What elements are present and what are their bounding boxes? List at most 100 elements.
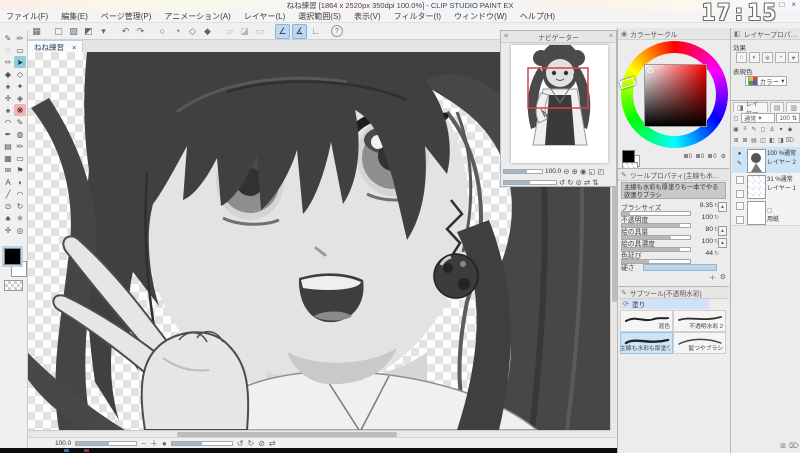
blend-mode-select[interactable]: 通常 ▾ — [741, 113, 776, 123]
apply-mask-icon[interactable]: ◨ — [777, 136, 785, 144]
effect-menu-arrow-icon[interactable]: ▾ — [788, 52, 799, 63]
spinner-icon[interactable]: ↻ — [714, 214, 719, 221]
dynamics-button[interactable]: ▲ — [718, 226, 727, 236]
expression-color-select[interactable]: カラー ▾ — [744, 76, 788, 86]
menu-edit[interactable]: 編集(E) — [61, 11, 88, 22]
layer-color-icon[interactable]: ◐ — [749, 52, 760, 63]
sv-pointer[interactable] — [647, 67, 654, 74]
menu-file[interactable]: ファイル(F) — [6, 11, 48, 22]
tab-layer-search[interactable]: ▤ — [769, 102, 785, 112]
curve-tool[interactable]: ◠ — [2, 116, 14, 128]
status-zoom-slider[interactable] — [75, 440, 138, 446]
deselect-icon[interactable]: ○ — [156, 25, 169, 38]
menu-page[interactable]: ページ管理(P) — [101, 11, 152, 22]
document-tab-close-icon[interactable]: × — [72, 43, 76, 52]
reselect-icon[interactable]: ◔ — [171, 25, 184, 38]
close-button[interactable]: × — [791, 0, 796, 9]
sub-tool-item-selected[interactable]: 主線も水彩も厚塗り… — [620, 332, 673, 354]
marquee-tool[interactable]: ▭ — [14, 44, 26, 56]
visibility-checkbox[interactable] — [735, 176, 744, 184]
rotate-ccw-icon[interactable]: ↺ — [559, 178, 565, 187]
scale-icon[interactable]: ▱ — [223, 25, 236, 38]
wrench-icon[interactable]: ⚙ — [720, 273, 726, 283]
snap-ruler-icon[interactable]: ∠ — [275, 23, 290, 39]
panel-menu-icon[interactable]: ≡ — [504, 33, 508, 40]
dynamics-button[interactable]: ▲ — [718, 202, 727, 212]
paper-thumbnail[interactable] — [747, 201, 766, 225]
transparent-color-swatch[interactable] — [4, 280, 23, 291]
taskbar-app-icon[interactable] — [64, 449, 69, 452]
border-effect-icon[interactable]: ○ — [736, 52, 747, 63]
operation-tool[interactable]: ➤ — [14, 56, 26, 68]
two-pane-icon[interactable]: ⊞ — [780, 442, 786, 450]
menu-help[interactable]: ヘルプ(H) — [520, 11, 555, 22]
gradient-tool[interactable]: ◍ — [14, 128, 26, 140]
status-zoom-out-icon[interactable]: − — [141, 439, 146, 448]
menu-window[interactable]: ウィンドウ(W) — [454, 11, 507, 22]
new-vector-layer-icon[interactable]: ⊠ — [741, 136, 749, 144]
tab-layer-comp[interactable]: ▥ — [786, 102, 800, 112]
mix-tool[interactable]: ◈ — [14, 92, 26, 104]
menu-layer[interactable]: レイヤー(L) — [244, 11, 286, 22]
open-file-icon[interactable]: ▧ — [67, 25, 80, 38]
material-tool[interactable]: ✉ — [2, 164, 14, 176]
decoration-tool[interactable]: ♠ — [2, 80, 14, 92]
layer-thumbnail[interactable] — [747, 175, 766, 199]
line-tool[interactable]: ╱ — [2, 188, 14, 200]
spinner-icon[interactable]: ↻ — [714, 250, 719, 257]
save-icon[interactable]: ◩ — [82, 25, 95, 38]
snap-special-ruler-icon[interactable]: ∡ — [292, 23, 307, 39]
tab-layers[interactable]: ◨ レイヤー — [733, 101, 768, 117]
ink-pen-tool[interactable]: ✎ — [14, 116, 26, 128]
set-menu-icon[interactable]: ▾ — [777, 125, 785, 133]
spark-brush-tool[interactable]: ✳ — [14, 212, 26, 224]
correction-tool[interactable]: ✛ — [2, 92, 14, 104]
lock-transparent-icon[interactable]: ✎ — [750, 125, 758, 133]
palette-menu-icon[interactable]: ◆ — [786, 125, 794, 133]
save-menu-arrow-icon[interactable]: ▾ — [97, 25, 110, 38]
fit-screen-icon[interactable]: ◱ — [588, 167, 595, 176]
menu-filter[interactable]: フィルター(I) — [394, 11, 441, 22]
status-rotation-slider[interactable] — [170, 440, 233, 446]
rotate-canvas-tool[interactable]: ↻ — [14, 200, 26, 212]
navigator-thumbnail[interactable] — [511, 42, 608, 163]
gradient-icon[interactable]: ◪ — [238, 25, 251, 38]
menu-animation[interactable]: アニメーション(A) — [164, 11, 230, 22]
taskbar-app-icon[interactable] — [84, 449, 89, 452]
clip-mask-icon[interactable]: ▣ — [732, 125, 740, 133]
visibility-eye-icon[interactable]: ● — [733, 149, 746, 159]
navigator-close-icon[interactable]: × — [609, 33, 613, 40]
move-tool[interactable]: ✛ — [2, 224, 14, 236]
blend-tool[interactable]: ❋ — [14, 104, 26, 116]
flag-tool[interactable]: ⚑ — [14, 164, 26, 176]
menu-view[interactable]: 表示(V) — [354, 11, 381, 22]
layer-thumbnail[interactable] — [747, 149, 766, 173]
hand-tool[interactable]: ◎ — [14, 224, 26, 236]
lock-layer-icon[interactable]: ≡ — [741, 125, 749, 133]
status-flip-icon[interactable]: ⇄ — [269, 439, 276, 448]
navigator-zoom-slider[interactable] — [503, 169, 543, 174]
pen-tool[interactable]: ✎ — [2, 32, 14, 44]
frame-border-tool[interactable]: ▭ — [14, 152, 26, 164]
status-reset-icon[interactable]: ⊘ — [258, 439, 265, 448]
leaf-brush-tool[interactable]: ♣ — [2, 212, 14, 224]
text-tool[interactable]: A — [2, 176, 14, 188]
tone-tool[interactable]: ▦ — [2, 152, 14, 164]
add-setting-icon[interactable]: ＋ — [709, 273, 716, 283]
layer-row-2[interactable]: ● ✎ 100 %通常 レイヤー 2 — [732, 147, 800, 174]
eyedrop-pen-tool[interactable]: ✑ — [2, 56, 14, 68]
trash-footer-icon[interactable]: ⌦ — [789, 442, 799, 450]
sketch-pencil-tool[interactable]: ✏ — [14, 140, 26, 152]
zoom-in-icon[interactable]: ⊕ — [572, 167, 578, 176]
wheel-foreground-swatch[interactable] — [622, 150, 635, 163]
ruler-icon[interactable]: ⚓ — [768, 125, 776, 133]
visibility-checkbox[interactable] — [735, 202, 744, 210]
figure-tool[interactable]: ◠ — [14, 188, 26, 200]
sub-tool-group-tab[interactable]: ⟳ 塗り — [620, 299, 709, 309]
snap-grid-icon[interactable]: ∟ — [309, 25, 322, 38]
zoom-out-icon[interactable]: ⊖ — [563, 167, 569, 176]
merge-layer-icon[interactable]: ◧ — [768, 136, 776, 144]
dynamics-button[interactable]: ▲ — [718, 238, 727, 248]
layer-row-paper[interactable]: ▢ 用紙 — [732, 199, 800, 226]
navigator-rotation-slider[interactable] — [503, 180, 557, 185]
